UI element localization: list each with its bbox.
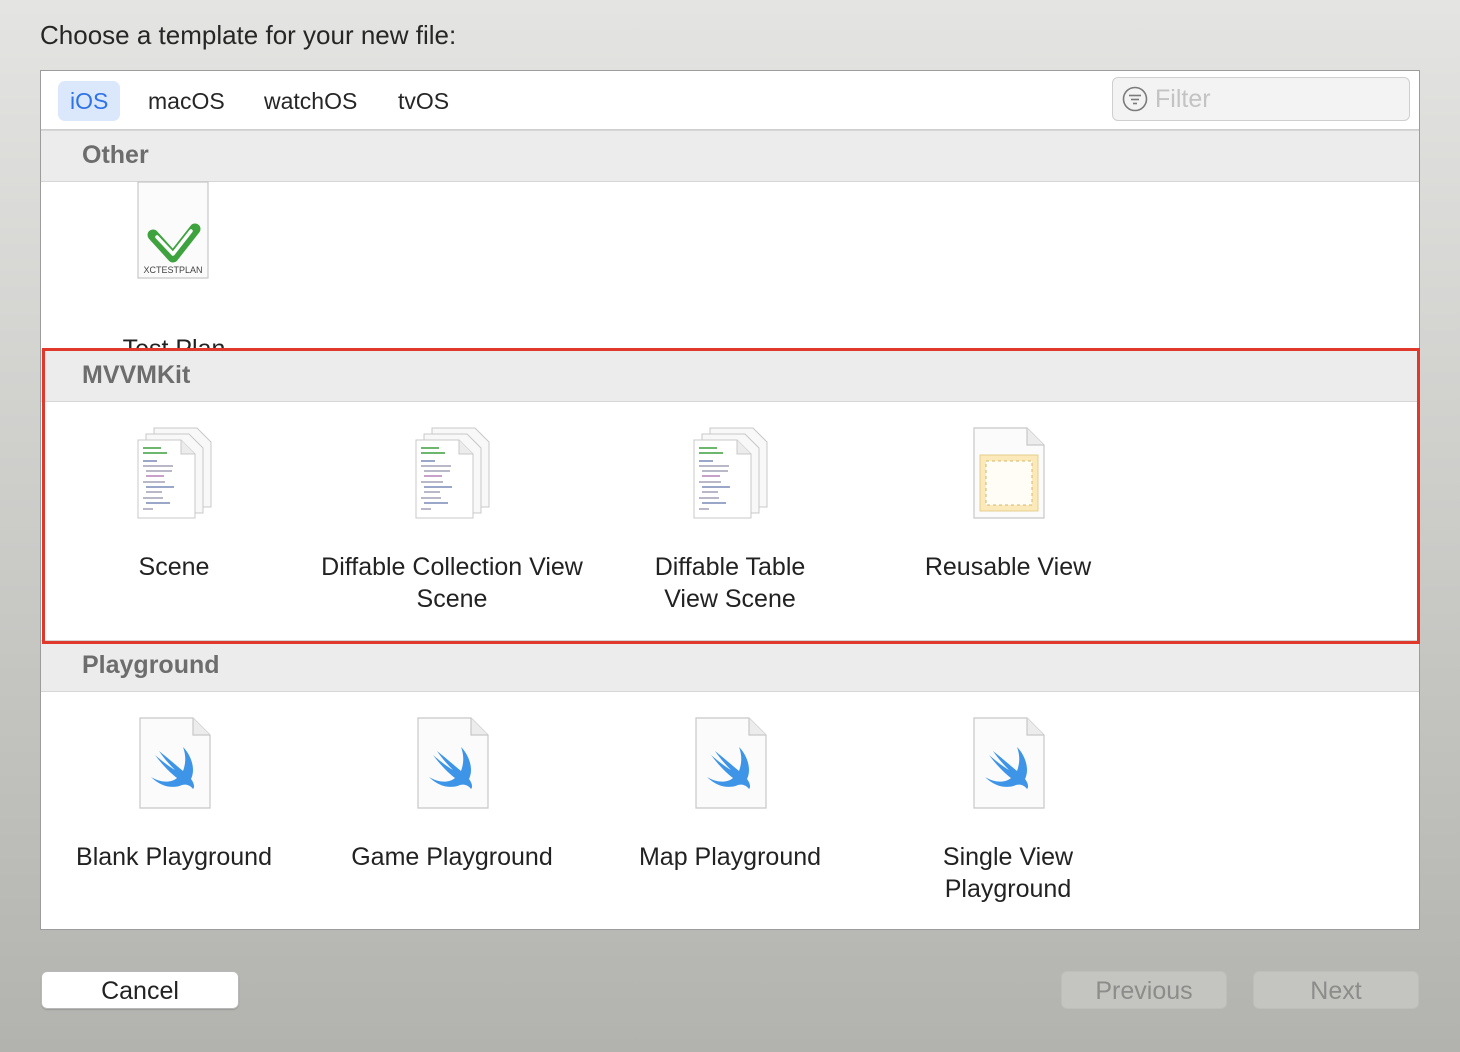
section-title: Playground — [82, 651, 220, 679]
code-files-icon — [137, 427, 217, 519]
template-label: Blank Playground — [76, 843, 272, 871]
platform-tab-bar: iOS macOS watchOS tvOS — [41, 71, 1419, 130]
tab-ios[interactable]: iOS — [58, 81, 121, 121]
filter-input[interactable] — [1153, 82, 1397, 116]
xctestplan-label: XCTESTPLAN — [143, 265, 202, 275]
code-files-icon — [693, 427, 773, 519]
section-header-mvvmkit: MVVMKit — [41, 350, 1419, 402]
previous-button[interactable]: Previous — [1061, 971, 1227, 1009]
filter-field[interactable] — [1112, 77, 1410, 121]
template-panel: iOS macOS watchOS tvOS Other XCTESTPLAN … — [40, 70, 1420, 930]
template-label: Reusable View — [924, 553, 1092, 581]
section-title: Other — [82, 141, 149, 169]
filter-icon — [1122, 86, 1148, 112]
dialog-heading: Choose a template for your new file: — [40, 20, 457, 50]
section-header-other: Other — [41, 130, 1419, 182]
next-button[interactable]: Next — [1253, 971, 1419, 1009]
swift-playground-icon — [973, 717, 1045, 809]
cancel-button[interactable]: Cancel — [41, 971, 239, 1009]
xctestplan-file-icon: XCTESTPLAN — [137, 181, 209, 279]
swift-playground-icon — [417, 717, 489, 809]
tab-watchos[interactable]: watchOS — [252, 81, 369, 121]
template-label: Map Playground — [638, 843, 822, 871]
swift-playground-icon — [139, 717, 211, 809]
code-files-icon — [415, 427, 495, 519]
template-label: Diffable Collection View Scene — [321, 553, 583, 613]
tab-tvos[interactable]: tvOS — [386, 81, 461, 121]
swift-playground-icon — [695, 717, 767, 809]
section-title: MVVMKit — [82, 361, 191, 389]
tab-macos[interactable]: macOS — [136, 81, 237, 121]
template-label: Diffable Table View Scene — [654, 553, 806, 613]
template-label: Scene — [138, 553, 210, 581]
section-header-playground: Playground — [41, 640, 1419, 692]
template-label: Single View Playground — [942, 843, 1074, 903]
xib-view-icon — [973, 427, 1045, 519]
template-label: Game Playground — [351, 843, 553, 871]
